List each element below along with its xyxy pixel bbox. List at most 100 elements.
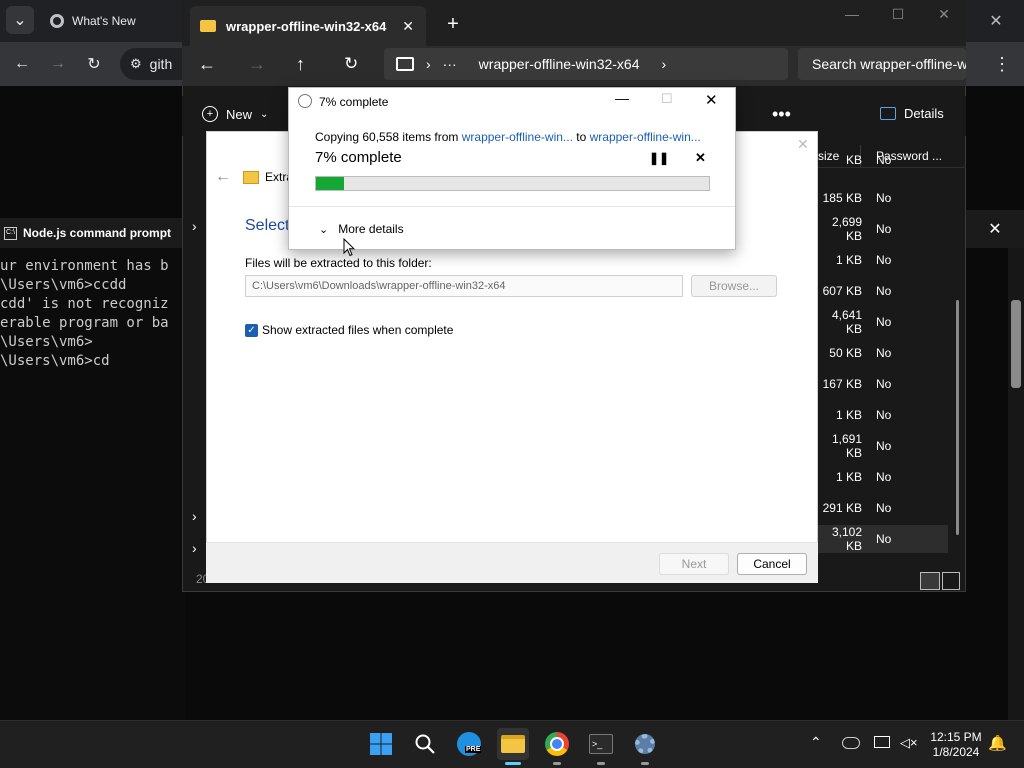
search-input[interactable]: Search wrapper-offline-w <box>798 48 966 80</box>
folder-icon <box>200 20 216 32</box>
terminal-title: Node.js command prompt <box>23 226 172 240</box>
cancel-button[interactable]: Cancel <box>737 553 807 575</box>
table-row[interactable]: 4,261 KBNo <box>816 153 948 167</box>
terminal-app-icon[interactable]: >_ <box>585 728 617 760</box>
chrome-icon[interactable] <box>541 728 573 760</box>
search-icon[interactable] <box>409 728 441 760</box>
table-row[interactable]: 50 KB No <box>816 339 948 367</box>
table-row[interactable]: 1 KB No <box>816 401 948 429</box>
copy-maximize-icon[interactable]: ☐ <box>661 91 673 107</box>
chevron-right-icon: › <box>426 56 431 72</box>
network-icon[interactable] <box>874 736 890 748</box>
table-row[interactable]: 1 KB No <box>816 246 948 274</box>
wizard-back-icon[interactable]: ← <box>215 168 231 186</box>
table-row[interactable]: 1,691 KB No <box>816 432 948 460</box>
copy-progress-dialog: 7% complete — ☐ ✕ Copying 60,558 items f… <box>288 87 736 250</box>
details-label: Details <box>904 106 944 121</box>
edge-beta-icon[interactable]: PRE <box>453 728 485 760</box>
next-button[interactable]: Next <box>659 553 729 575</box>
forward-icon[interactable]: → <box>248 54 266 75</box>
terminal-scrollbar-thumb[interactable] <box>1011 300 1021 388</box>
stop-copy-icon[interactable]: ✕ <box>695 150 706 166</box>
details-view-icon[interactable] <box>920 572 940 590</box>
chrome-menu-icon[interactable]: ⋮ <box>990 48 1014 80</box>
forward-arrow-icon[interactable]: → <box>44 50 72 78</box>
table-row[interactable]: 1 KB No <box>816 463 948 491</box>
copy-summary: Copying 60,558 items from wrapper-offlin… <box>315 130 701 144</box>
notification-bell-icon[interactable]: 🔔 <box>988 734 1007 752</box>
table-row[interactable]: 607 KB No <box>816 277 948 305</box>
destination-link[interactable]: wrapper-offline-win... <box>590 130 701 144</box>
reload-icon[interactable]: ↻ <box>80 50 108 78</box>
new-button[interactable]: + New ⌄ <box>202 106 268 122</box>
ellipsis-icon[interactable]: ··· <box>443 56 457 72</box>
copy-percent: 7% complete <box>315 149 402 166</box>
chrome-logo-icon <box>50 14 64 28</box>
back-arrow-icon[interactable]: ← <box>8 50 36 78</box>
nav-expand-icon[interactable]: › <box>192 540 197 556</box>
details-button[interactable]: Details <box>880 106 944 121</box>
tiles-view-icon[interactable] <box>942 572 960 590</box>
site-info-icon[interactable]: ⚙ <box>130 56 142 72</box>
file-explorer-icon[interactable] <box>497 728 529 760</box>
plus-circle-icon: + <box>202 106 218 122</box>
tab-close-icon[interactable]: ✕ <box>402 18 414 35</box>
nav-expand-icon[interactable]: › <box>192 508 197 524</box>
copy-minimize-icon[interactable]: — <box>615 90 629 106</box>
clock[interactable]: 12:15 PM 1/8/2024 <box>926 730 986 760</box>
tray-chevron-up-icon[interactable]: ⌃ <box>810 734 822 751</box>
terminal-close-icon[interactable]: ✕ <box>966 210 1024 248</box>
refresh-icon[interactable]: ↻ <box>344 54 358 74</box>
explorer-tab[interactable]: wrapper-offline-win32-x64 ✕ <box>190 6 426 46</box>
divider <box>289 206 735 207</box>
tab-search-chevron-icon[interactable]: ⌄ <box>6 6 34 34</box>
window-close-icon[interactable]: ✕ <box>930 6 958 26</box>
folder-path-input[interactable]: C:\Users\vm6\Downloads\wrapper-offline-w… <box>245 275 683 297</box>
wizard-close-icon[interactable]: ✕ <box>797 136 809 153</box>
table-row[interactable]: 291 KB No <box>816 494 948 522</box>
address-bar[interactable]: › ··· wrapper-offline-win32-x64 › <box>384 48 788 80</box>
terminal-line: ur environment has b <box>0 258 169 274</box>
chrome-tab-title: What's New <box>72 14 136 28</box>
nav-expand-icon[interactable]: › <box>192 218 197 234</box>
wizard-heading: Select <box>245 217 290 234</box>
maximize-icon[interactable]: ☐ <box>884 6 912 26</box>
details-pane-icon <box>880 107 896 120</box>
new-tab-icon[interactable]: + <box>438 8 468 40</box>
windows-start-icon[interactable] <box>365 728 397 760</box>
chevron-down-icon: ⌄ <box>319 223 329 236</box>
running-app-indicator <box>553 762 561 765</box>
more-details-toggle[interactable]: ⌄ More details <box>319 222 404 236</box>
terminal-line: erable program or ba <box>0 315 169 331</box>
pause-icon[interactable]: ❚❚ <box>649 151 669 165</box>
table-row[interactable]: 2,699 KB No <box>816 215 948 243</box>
up-icon[interactable]: ↑ <box>296 54 305 75</box>
progress-bar-fill <box>316 177 344 190</box>
terminal-line: \Users\vm6> <box>0 334 93 350</box>
table-row[interactable]: 167 KB No <box>816 370 948 398</box>
clock-date: 1/8/2024 <box>932 745 980 759</box>
back-icon[interactable]: ← <box>198 54 216 75</box>
settings-gear-icon[interactable] <box>629 728 661 760</box>
table-row-selected[interactable]: 3,102 KB No <box>816 525 948 553</box>
pre-badge: PRE <box>465 746 482 753</box>
clock-icon <box>298 94 312 108</box>
chrome-tab-whats-new[interactable]: What's New <box>40 6 190 36</box>
browse-button[interactable]: Browse... <box>691 275 777 297</box>
minimize-icon[interactable]: — <box>838 6 866 26</box>
table-row[interactable]: 4,641 KB No <box>816 308 948 336</box>
show-files-checkbox-row[interactable]: ✓ Show extracted files when complete <box>245 323 453 337</box>
mouse-cursor-icon <box>343 238 355 257</box>
chrome-close-icon[interactable]: ✕ <box>968 0 1024 42</box>
volume-muted-icon[interactable]: ◁× <box>900 735 918 751</box>
source-link[interactable]: wrapper-offline-win... <box>462 130 573 144</box>
more-options-icon[interactable]: ••• <box>772 104 791 125</box>
checkbox-checked-icon[interactable]: ✓ <box>245 323 258 337</box>
explorer-scrollbar[interactable] <box>956 300 959 535</box>
folder-label: Files will be extracted to this folder: <box>245 256 432 270</box>
terminal-output[interactable]: ur environment has b \Users\vm6>ccdd cdd' … <box>0 248 185 729</box>
copy-close-icon[interactable]: ✕ <box>705 91 718 109</box>
show-files-label: Show extracted files when complete <box>262 323 454 337</box>
table-row[interactable]: 185 KB No <box>816 184 948 212</box>
onedrive-offline-icon[interactable] <box>842 737 860 749</box>
